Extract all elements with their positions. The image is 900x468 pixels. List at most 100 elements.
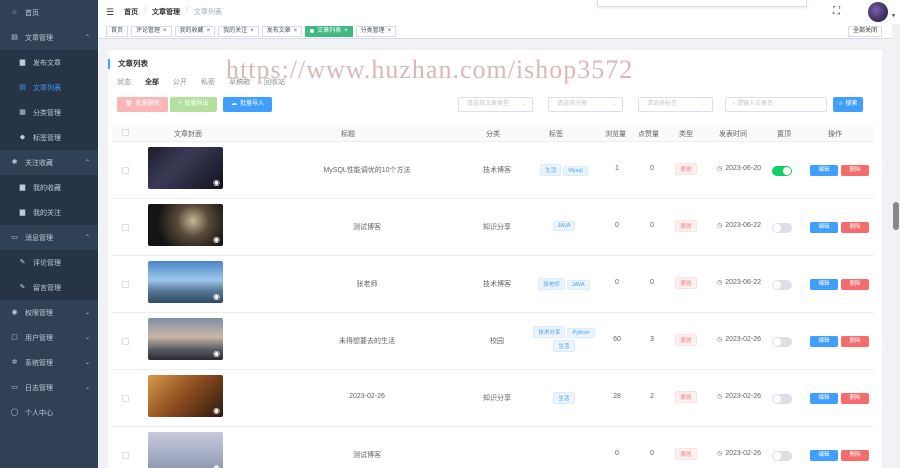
delete-button[interactable]: 删除 — [841, 165, 869, 176]
tag-view-item[interactable]: 文章列表 × — [305, 25, 353, 37]
sidebar-item[interactable]: ▤ 文章列表 — [0, 75, 98, 100]
breadcrumb-separator: / — [144, 7, 147, 14]
status-tab-private[interactable]: 私密 — [201, 77, 215, 87]
tag-view-label: 我的关注 — [223, 27, 248, 34]
eye-icon[interactable]: ◉ — [213, 235, 220, 244]
tags-view: 首页 评论管理 × 我的收藏 × 我的关注 × 发布文章 × 文章列表 × 分类管理 × — [98, 24, 900, 39]
sidebar-item[interactable]: ▆ 发布文章 — [0, 50, 98, 75]
sidebar-item[interactable]: ▢ 用户管理 ⌄ — [0, 325, 98, 350]
row-checkbox[interactable] — [122, 281, 129, 288]
tag-view-item[interactable]: 我的关注 × — [218, 25, 259, 37]
scrollbar-thumb[interactable] — [893, 202, 899, 230]
sidebar-item[interactable]: ✱ 关注收藏 ⌃ — [0, 150, 98, 175]
delete-button[interactable]: 删除 — [841, 450, 869, 461]
sidebar: ⌂ 首页 ▤ 文章管理 ⌃ ▆ 发布文章 ▤ 文章列表 ▦ 分类管理 ◆ 标签管理 ✱ 关注收藏 ⌃ ▆ 我的收藏… — [0, 0, 98, 468]
row-checkbox[interactable] — [122, 338, 129, 345]
top-toggle[interactable] — [772, 166, 792, 176]
close-icon[interactable]: × — [388, 27, 392, 36]
search-label: 搜索 — [845, 101, 858, 107]
edit-button[interactable]: 编辑 — [810, 279, 838, 290]
close-icon[interactable]: × — [294, 27, 298, 36]
batch-export-button[interactable]: + 批量导出 — [170, 97, 217, 112]
row-checkbox[interactable] — [122, 395, 129, 402]
close-icon[interactable]: × — [344, 27, 348, 36]
edit-button[interactable]: 编辑 — [810, 165, 838, 176]
delete-button[interactable]: 删除 — [841, 393, 869, 404]
toggle-knob — [773, 281, 781, 289]
close-icon[interactable]: × — [250, 27, 254, 36]
status-tab-draft[interactable]: 草稿箱 — [229, 77, 250, 87]
comment-icon: ✎ — [19, 259, 26, 266]
sidebar-item[interactable]: ▭ 消息管理 ⌃ — [0, 225, 98, 250]
article-type: 原创 — [672, 277, 700, 289]
article-tag: 生活 — [553, 340, 575, 352]
top-toggle[interactable] — [772, 223, 792, 233]
trash-icon: 🗑 — [125, 101, 133, 107]
publish-date: 2023-06-22 — [725, 222, 762, 229]
status-tab-trash[interactable]: 回收站 — [264, 77, 285, 87]
eye-icon[interactable]: ◉ — [213, 349, 220, 358]
table-row: ◉ MySQL性能调优的10个方法 技术博客 生活 Mysql 1 0 原创 ◷ 2023-06-… — [112, 142, 874, 199]
eye-icon[interactable]: ◉ — [213, 292, 220, 301]
edit-button[interactable]: 编辑 — [810, 450, 838, 461]
caret-down-icon[interactable]: ▼ — [891, 13, 896, 19]
eye-icon[interactable]: ◉ — [213, 463, 220, 468]
row-checkbox[interactable] — [122, 452, 129, 459]
tag-view-item[interactable]: 发布文章 × — [261, 25, 303, 37]
tag-view-label: 发布文章 — [266, 27, 291, 34]
sidebar-item[interactable]: ▆ 我的关注 — [0, 200, 98, 225]
top-toggle[interactable] — [772, 451, 792, 461]
sidebar-item[interactable]: ◆ 标签管理 — [0, 125, 98, 150]
sidebar-item[interactable]: ◉ 权限管理 ⌄ — [0, 300, 98, 325]
sidebar-item[interactable]: ▭ 日志管理 ⌄ — [0, 375, 98, 400]
avatar[interactable] — [868, 2, 888, 22]
page-scrollbar[interactable] — [892, 24, 900, 468]
search-button[interactable]: ⌕ 搜索 — [833, 97, 864, 112]
sidebar-item[interactable]: ▦ 分类管理 — [0, 100, 98, 125]
sidebar-item[interactable]: ⌂ 首页 — [0, 0, 98, 25]
chevron-down-icon: ⌄ — [84, 310, 90, 316]
eye-icon[interactable]: ◉ — [213, 406, 220, 415]
article-type-select[interactable]: 请选择文章类型 ⌄ — [458, 97, 533, 112]
delete-button[interactable]: 删除 — [841, 336, 869, 347]
tag-select[interactable]: 请选择标签 ⌄ — [638, 97, 713, 112]
sidebar-item[interactable]: ✲ 系统管理 ⌄ — [0, 350, 98, 375]
close-icon[interactable]: × — [163, 27, 167, 36]
sidebar-item[interactable]: ▆ 我的收藏 — [0, 175, 98, 200]
sidebar-item[interactable]: ✎ 留言管理 — [0, 275, 98, 300]
keyword-search-input[interactable]: ⌕ 请输入文章名 — [725, 97, 827, 112]
top-toggle[interactable] — [772, 394, 792, 404]
sidebar-item[interactable]: ✎ 评论管理 — [0, 250, 98, 275]
batch-import-button[interactable]: ☁ 批量导入 — [223, 97, 273, 112]
breadcrumb-home[interactable]: 首页 — [124, 7, 138, 17]
close-all-button[interactable]: 全部关闭 — [847, 26, 882, 37]
eye-icon[interactable]: ◉ — [213, 178, 220, 187]
top-toggle[interactable] — [772, 280, 792, 290]
edit-button[interactable]: 编辑 — [810, 336, 838, 347]
tag-view-item[interactable]: 我的收藏 × — [174, 25, 216, 37]
batch-delete-button[interactable]: 🗑 批量删除 — [117, 97, 168, 112]
tag-view-item[interactable]: 首页 — [106, 25, 129, 37]
sidebar-item[interactable]: ▤ 文章管理 ⌃ — [0, 25, 98, 50]
fullscreen-icon[interactable]: ⛶ — [833, 6, 840, 17]
row-checkbox[interactable] — [122, 167, 129, 174]
status-tab-all[interactable]: 全部 — [145, 77, 159, 87]
delete-button[interactable]: 删除 — [841, 279, 869, 290]
breadcrumb: 首页 / 文章管理 / 文章列表 — [124, 7, 222, 17]
tag-view-item[interactable]: 评论管理 × — [131, 25, 172, 37]
breadcrumb-article-management[interactable]: 文章管理 — [152, 7, 180, 17]
category-select[interactable]: 请选择分类 ⌄ — [548, 97, 623, 112]
edit-button[interactable]: 编辑 — [810, 393, 838, 404]
delete-button[interactable]: 删除 — [841, 222, 869, 233]
sidebar-item[interactable]: ◯ 个人中心 — [0, 400, 98, 425]
tag-view-item[interactable]: 分类管理 × — [355, 25, 397, 37]
row-checkbox[interactable] — [122, 224, 129, 231]
close-icon[interactable]: × — [207, 27, 211, 36]
select-all-checkbox[interactable] — [122, 129, 129, 136]
tag-view-label: 分类管理 — [360, 27, 385, 34]
hamburger-icon[interactable]: ☰ — [106, 7, 114, 18]
sidebar-item-label: 文章管理 — [25, 34, 53, 42]
status-tab-public[interactable]: 公开 — [173, 77, 187, 87]
edit-button[interactable]: 编辑 — [810, 222, 838, 233]
top-toggle[interactable] — [772, 337, 792, 347]
